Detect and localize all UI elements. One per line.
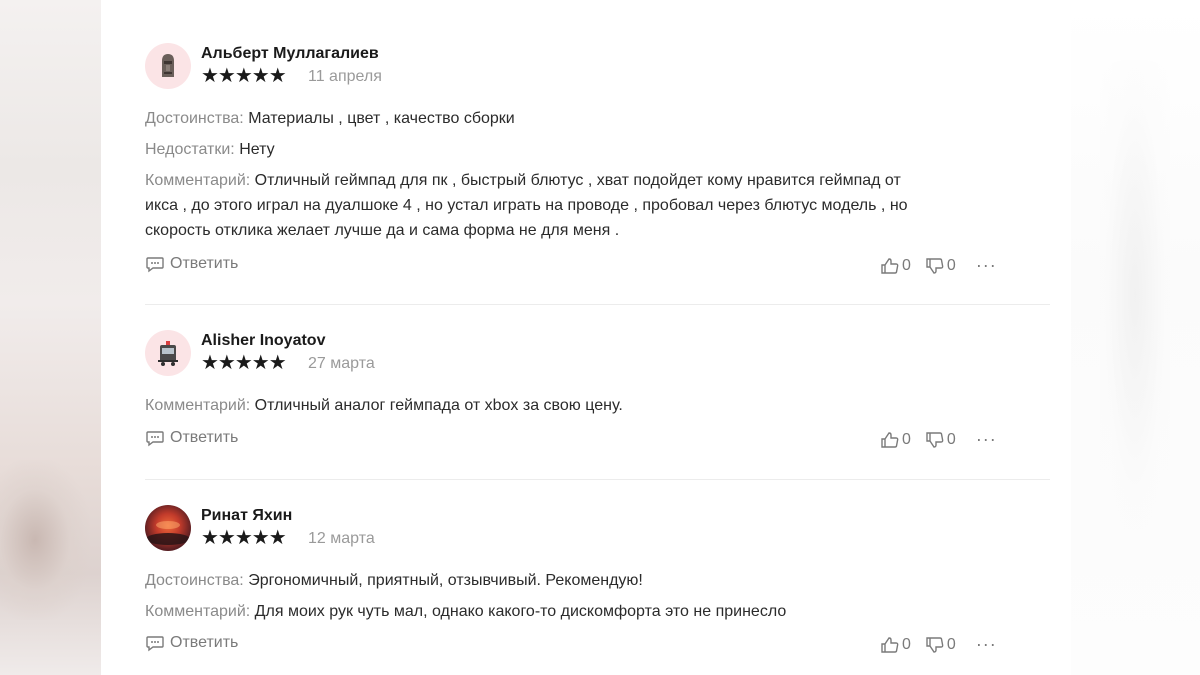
review-divider	[145, 479, 1050, 480]
review-item: Альберт Муллагалиев ★★★★★ 11 апреля Дост…	[145, 43, 1050, 283]
review-divider	[145, 304, 1050, 305]
reply-button[interactable]: Ответить	[145, 429, 238, 447]
pros-text: Эргономичный, приятный, отзывчивый. Реко…	[248, 572, 643, 589]
review-date: 27 марта	[308, 355, 375, 372]
comment-icon	[146, 431, 164, 447]
thumbs-up-icon	[881, 257, 899, 274]
review-item: Alisher Inoyatov ★★★★★ 27 марта Коммента…	[145, 330, 1050, 460]
comment-text-line: скорость отклика желает лучше да и сама …	[145, 222, 620, 239]
reply-label: Ответить	[170, 255, 239, 272]
background-blur-blob	[0, 460, 90, 620]
review-pros: Достоинства: Эргономичный, приятный, отз…	[145, 568, 1015, 593]
review-author: Alisher Inoyatov	[201, 332, 326, 349]
dislike-count: 0	[946, 256, 956, 274]
comment-label: Комментарий:	[145, 172, 251, 189]
user-avatar[interactable]	[145, 505, 191, 551]
review-date: 11 апреля	[308, 68, 382, 85]
dislike-button[interactable]: 0	[925, 257, 956, 275]
review-comment: Комментарий: Для моих рук чуть мал, одна…	[145, 599, 1015, 624]
comment-label: Комментарий:	[145, 603, 251, 620]
review-author: Ринат Яхин	[201, 507, 293, 524]
pros-label: Достоинства:	[145, 110, 244, 127]
like-count: 0	[902, 635, 911, 653]
review-comment: Комментарий: Отличный геймпад для пк , б…	[145, 168, 1015, 243]
more-options-button[interactable]: ···	[976, 255, 997, 276]
pros-label: Достоинства:	[145, 572, 244, 589]
reply-button[interactable]: Ответить	[145, 634, 238, 652]
rating-stars: ★★★★★	[201, 527, 287, 549]
thumbs-down-icon	[926, 636, 944, 653]
reviews-panel: Альберт Муллагалиев ★★★★★ 11 апреля Дост…	[101, 0, 1071, 675]
rating-stars: ★★★★★	[201, 352, 287, 374]
comment-text: Отличный аналог геймпада от xbox за свою…	[254, 397, 623, 414]
user-avatar[interactable]	[145, 330, 191, 376]
like-button[interactable]: 0	[880, 431, 911, 449]
background-card-blur	[1100, 60, 1170, 530]
comment-icon	[146, 257, 164, 273]
more-options-button[interactable]: ···	[976, 429, 997, 450]
dislike-button[interactable]: 0	[925, 636, 956, 654]
reply-label: Ответить	[170, 429, 239, 446]
moai-statue-icon	[162, 54, 174, 77]
train-icon	[158, 341, 178, 366]
cons-text: Нету	[239, 141, 275, 158]
like-button[interactable]: 0	[880, 636, 911, 654]
thumbs-down-icon	[926, 257, 944, 274]
review-date: 12 марта	[308, 530, 375, 547]
like-button[interactable]: 0	[880, 257, 911, 275]
cons-label: Недостатки:	[145, 141, 235, 158]
user-avatar[interactable]	[145, 43, 191, 89]
comment-text-line: Отличный геймпад для пк , быстрый блютус…	[254, 172, 901, 189]
reply-label: Ответить	[170, 634, 239, 651]
review-pros: Достоинства: Материалы , цвет , качество…	[145, 106, 1015, 131]
vote-controls: 0 0 ···	[880, 634, 997, 655]
comment-text: Для моих рук чуть мал, однако какого-то …	[254, 603, 787, 620]
review-cons: Недостатки: Нету	[145, 137, 1015, 162]
comment-text-line: икса , до этого играл на дуалшоке 4 , но…	[145, 197, 908, 214]
rating-stars: ★★★★★	[201, 65, 287, 87]
dislike-count: 0	[946, 430, 956, 448]
vote-controls: 0 0 ···	[880, 255, 997, 276]
reply-button[interactable]: Ответить	[145, 255, 238, 273]
like-count: 0	[902, 256, 911, 274]
comment-icon	[146, 636, 164, 652]
thumbs-up-icon	[881, 431, 899, 448]
review-item: Ринат Яхин ★★★★★ 12 марта Достоинства: Э…	[145, 505, 1050, 665]
sunset-photo	[146, 521, 190, 545]
thumbs-up-icon	[881, 636, 899, 653]
pros-text: Материалы , цвет , качество сборки	[248, 110, 515, 127]
dislike-button[interactable]: 0	[925, 431, 956, 449]
vote-controls: 0 0 ···	[880, 429, 997, 450]
dislike-count: 0	[946, 635, 956, 653]
review-author: Альберт Муллагалиев	[201, 45, 379, 62]
review-comment: Комментарий: Отличный аналог геймпада от…	[145, 393, 1015, 418]
comment-label: Комментарий:	[145, 397, 251, 414]
like-count: 0	[902, 430, 911, 448]
more-options-button[interactable]: ···	[976, 634, 997, 655]
thumbs-down-icon	[926, 431, 944, 448]
